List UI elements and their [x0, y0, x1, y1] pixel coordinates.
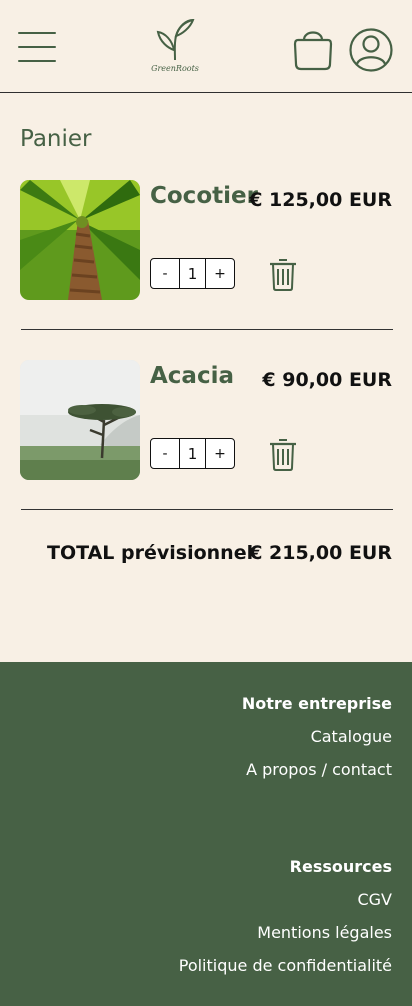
- site-footer: Notre entreprise Catalogue A propos / co…: [0, 662, 412, 1006]
- quantity-stepper: - 1 +: [150, 258, 235, 289]
- site-header: GreenRoots: [0, 0, 412, 93]
- decrease-quantity-button[interactable]: -: [151, 439, 179, 468]
- footer-company-section: Notre entreprise Catalogue A propos / co…: [242, 694, 392, 793]
- product-name[interactable]: Cocotier: [150, 183, 258, 209]
- product-price: € 90,00 EUR: [262, 369, 392, 391]
- divider: [21, 329, 393, 330]
- trash-icon[interactable]: [268, 437, 298, 471]
- logo[interactable]: GreenRoots: [146, 16, 204, 78]
- quantity-value[interactable]: 1: [179, 439, 206, 468]
- divider: [21, 509, 393, 510]
- user-account-icon[interactable]: [348, 27, 394, 73]
- footer-link-legal-notice[interactable]: Mentions légales: [179, 923, 392, 956]
- sprout-logo-icon: [156, 18, 195, 61]
- total-label: TOTAL prévisionnel: [47, 542, 254, 564]
- shopping-bag-icon[interactable]: [293, 26, 333, 72]
- quantity-value[interactable]: 1: [179, 259, 206, 288]
- footer-link-catalogue[interactable]: Catalogue: [242, 727, 392, 760]
- increase-quantity-button[interactable]: +: [206, 439, 234, 468]
- footer-resources-section: Ressources CGV Mentions légales Politiqu…: [179, 857, 392, 989]
- increase-quantity-button[interactable]: +: [206, 259, 234, 288]
- product-image-cocotier[interactable]: [20, 180, 140, 300]
- hamburger-menu-icon[interactable]: [18, 30, 56, 64]
- product-name[interactable]: Acacia: [150, 363, 234, 389]
- trash-icon[interactable]: [268, 257, 298, 291]
- footer-heading: Ressources: [289, 857, 392, 876]
- page-title: Panier: [20, 126, 92, 152]
- quantity-stepper: - 1 +: [150, 438, 235, 469]
- cart-item: Cocotier € 125,00 EUR - 1 +: [0, 180, 412, 330]
- footer-link-about-contact[interactable]: A propos / contact: [242, 760, 392, 793]
- logo-text: GreenRoots: [151, 64, 199, 73]
- decrease-quantity-button[interactable]: -: [151, 259, 179, 288]
- footer-link-cgv[interactable]: CGV: [179, 890, 392, 923]
- product-image-acacia[interactable]: [20, 360, 140, 480]
- cart-item: Acacia € 90,00 EUR - 1 +: [0, 360, 412, 510]
- footer-heading: Notre entreprise: [241, 694, 392, 713]
- product-price: € 125,00 EUR: [249, 189, 392, 211]
- footer-link-privacy-policy[interactable]: Politique de confidentialité: [179, 956, 392, 989]
- total-value: € 215,00 EUR: [249, 542, 392, 564]
